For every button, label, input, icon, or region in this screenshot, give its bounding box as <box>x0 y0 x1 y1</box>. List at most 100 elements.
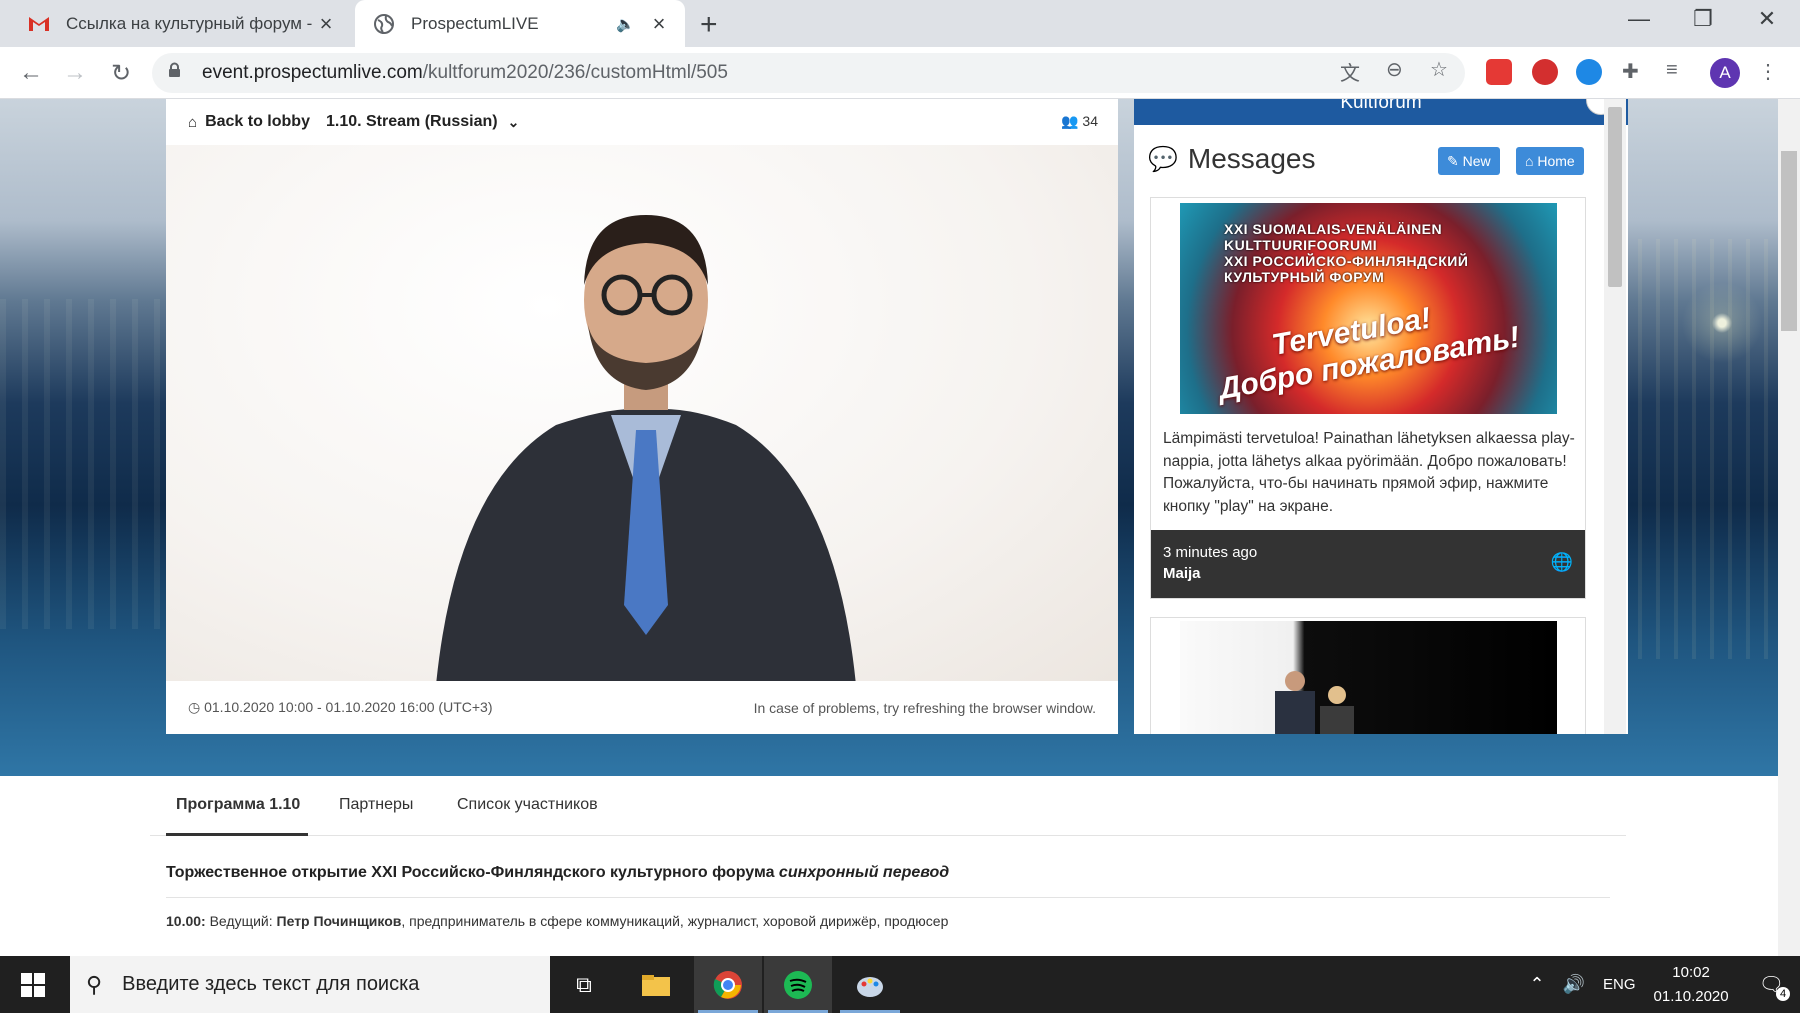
host-label: Ведущий: <box>209 913 273 929</box>
schedule: ◷ 01.10.2020 10:00 - 01.10.2020 16:00 (U… <box>188 699 492 716</box>
messages-heading: 💬 Messages <box>1148 143 1316 175</box>
home-icon: ⌂ <box>1525 153 1538 169</box>
tab-title: Ссылка на культурный форум - <box>66 13 313 33</box>
video-frame[interactable] <box>166 145 1118 681</box>
message-photo <box>1180 621 1557 734</box>
banner-line: XXI РОССИЙСКО-ФИНЛЯНДСКИЙ <box>1224 253 1469 269</box>
message-text: Lämpimästi tervetuloa! Painathan lähetyk… <box>1163 430 1575 515</box>
messages-scrollbar[interactable] <box>1604 99 1626 734</box>
system-tray: ⌃ 🔊 ENG 10:02 01.10.2020 🗨 4 <box>1530 956 1800 1013</box>
player-header: ⌂ Back to lobby 1.10. Stream (Russian) ⌄… <box>166 99 1118 145</box>
message-footer: 3 minutes ago Maija 🌐 <box>1151 530 1585 598</box>
stream-player-panel: ⌂ Back to lobby 1.10. Stream (Russian) ⌄… <box>166 99 1118 734</box>
extension-adblock-icon[interactable] <box>1532 59 1558 85</box>
forward-arrow-icon[interactable]: → <box>60 59 90 87</box>
new-label: New <box>1462 153 1491 169</box>
welcome-banner-image: XXI SUOMALAIS-VENÄLÄINEN KULTTUURIFOORUM… <box>1180 203 1557 414</box>
taskbar-clock[interactable]: 10:02 01.10.2020 <box>1654 961 1729 1009</box>
scrollbar-thumb[interactable] <box>1781 151 1797 331</box>
home-button[interactable]: ⌂ Home <box>1516 147 1584 175</box>
banner-welcome: Tervetuloa! Добро пожаловать! <box>1210 287 1522 407</box>
notifications-icon[interactable]: 🗨 4 <box>1759 972 1790 1001</box>
speaker-icon[interactable]: 🔈 <box>616 15 635 33</box>
paint-icon[interactable] <box>836 956 904 1013</box>
menu-dots-icon[interactable]: ⋮ <box>1758 59 1778 84</box>
close-tab-icon[interactable]: × <box>314 11 338 37</box>
notification-count: 4 <box>1776 987 1790 1001</box>
schedule-text: 01.10.2020 10:00 - 01.10.2020 16:00 (UTC… <box>204 699 493 715</box>
file-explorer-icon[interactable] <box>622 956 690 1013</box>
message-time: 3 minutes ago <box>1163 544 1258 561</box>
gmail-icon <box>28 13 50 35</box>
clock-date: 01.10.2020 <box>1653 987 1729 1005</box>
viewer-count: 👥 34 <box>1061 113 1098 130</box>
minimize-icon[interactable]: — <box>1616 6 1662 32</box>
star-icon[interactable]: ☆ <box>1430 57 1448 82</box>
message-card: XXI SUOMALAIS-VENÄLÄINEN KULTTUURIFOORUM… <box>1150 197 1586 599</box>
chrome-icon[interactable] <box>694 956 762 1013</box>
close-tab-icon[interactable]: × <box>647 11 671 37</box>
reload-icon[interactable]: ↻ <box>106 59 136 88</box>
stream-selector[interactable]: 1.10. Stream (Russian) <box>326 113 498 131</box>
language-indicator[interactable]: ENG <box>1603 976 1636 993</box>
program-title-italic: синхронный перевод <box>778 864 950 881</box>
taskbar-search[interactable]: ⚲ Введите здесь текст для поиска <box>70 956 550 1013</box>
globe-icon <box>373 13 395 35</box>
pencil-icon: ✎ <box>1447 152 1463 169</box>
extension-blue-icon[interactable] <box>1576 59 1602 85</box>
program-section: Программа 1.10 Партнеры Список участнико… <box>150 776 1626 944</box>
new-tab-button[interactable]: + <box>700 8 718 42</box>
translate-icon[interactable]: 文 <box>1340 57 1360 86</box>
comments-icon: 💬 <box>1148 145 1178 173</box>
brand-bar: Kultforum <box>1134 99 1628 125</box>
clock-time: 10:02 <box>1672 963 1710 981</box>
back-to-lobby-link[interactable]: Back to lobby <box>205 113 310 131</box>
windows-taskbar: ⚲ Введите здесь текст для поиска ⧉ ⌃ 🔊 E… <box>0 956 1800 1013</box>
tab-partners[interactable]: Партнеры <box>339 796 413 814</box>
media-control-icon[interactable]: ≡ <box>1666 59 1678 82</box>
close-window-icon[interactable]: ✕ <box>1744 6 1790 32</box>
tab-program[interactable]: Программа 1.10 <box>176 796 300 814</box>
problem-hint: In case of problems, try refreshing the … <box>753 699 1096 716</box>
spotify-icon[interactable] <box>764 956 832 1013</box>
task-view-icon[interactable]: ⧉ <box>550 956 618 1013</box>
browser-tab-prospectum[interactable]: ProspectumLIVE 🔈 × <box>355 0 685 47</box>
chevron-up-icon[interactable]: ⌃ <box>1530 974 1545 995</box>
messages-title: Messages <box>1187 143 1316 174</box>
new-message-button[interactable]: ✎ New <box>1438 147 1500 175</box>
globe-icon[interactable]: 🌐 <box>1551 552 1573 573</box>
chevron-down-icon[interactable]: ⌄ <box>508 114 520 131</box>
divider <box>150 835 1626 836</box>
search-placeholder: Введите здесь текст для поиска <box>122 973 420 995</box>
presenter-video-image <box>436 215 856 681</box>
messages-panel: Kultforum 💬 Messages ✎ New ⌂ Home XXI SU… <box>1134 99 1628 734</box>
browser-tab-gmail[interactable]: Ссылка на культурный форум - × <box>10 0 352 47</box>
restore-icon[interactable]: ❐ <box>1680 6 1726 32</box>
back-arrow-icon[interactable]: ← <box>16 59 46 87</box>
program-title-text: Торжественное открытие XXI Российско-Фин… <box>166 864 775 881</box>
brand-name: Kultforum <box>1340 99 1422 113</box>
message-author: Maija <box>1163 565 1201 582</box>
host-name: Петр Починщиков <box>276 913 402 929</box>
scrollbar-thumb[interactable] <box>1608 107 1622 287</box>
clock-icon: ◷ <box>188 699 205 715</box>
address-bar[interactable]: event.prospectumlive.com/kultforum2020/2… <box>152 53 1465 93</box>
extension-red-icon[interactable] <box>1486 59 1512 85</box>
page-scrollbar[interactable] <box>1778 99 1800 956</box>
people-photo-image <box>1275 671 1354 734</box>
windows-start-button[interactable] <box>0 956 66 1013</box>
home-label: Home <box>1537 153 1575 169</box>
tab-participants[interactable]: Список участников <box>457 796 598 814</box>
banner-line: KULTTUURIFOORUMI <box>1224 237 1378 253</box>
volume-icon[interactable]: 🔊 <box>1563 974 1585 995</box>
puzzle-icon[interactable]: ✚ <box>1622 59 1639 84</box>
browser-tab-strip: Ссылка на культурный форум - × Prospectu… <box>0 0 1800 47</box>
profile-avatar[interactable]: A <box>1710 58 1740 88</box>
player-footer: ◷ 01.10.2020 10:00 - 01.10.2020 16:00 (U… <box>166 681 1118 734</box>
zoom-icon[interactable]: ⊖ <box>1386 57 1403 82</box>
url-path: /kultforum2020/236/customHtml/505 <box>422 62 728 83</box>
home-icon[interactable]: ⌂ <box>188 114 197 131</box>
users-icon: 👥 <box>1061 113 1079 129</box>
divider <box>166 897 1610 898</box>
program-time: 10.00: <box>166 913 206 929</box>
